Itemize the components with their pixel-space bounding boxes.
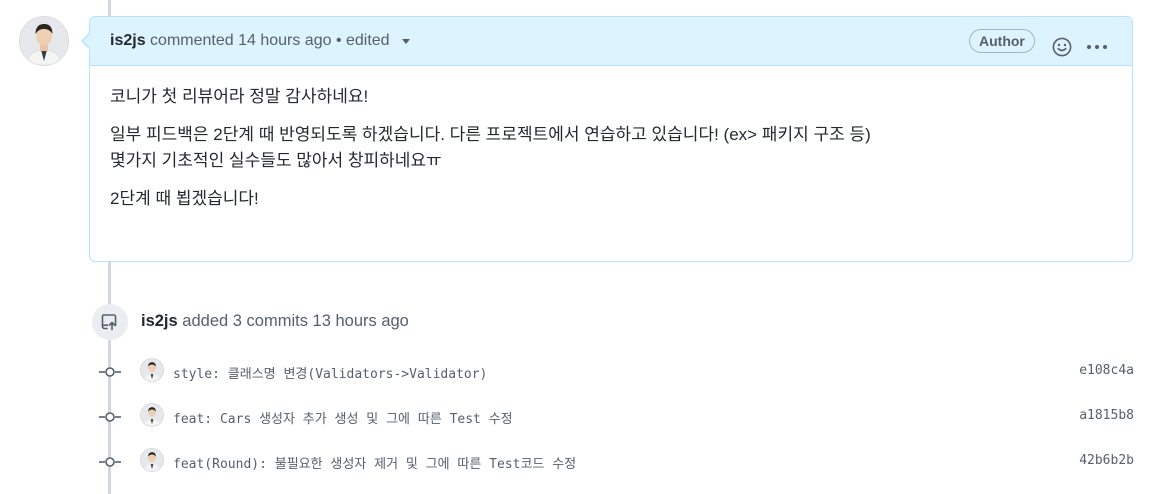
- commit-message-link[interactable]: feat: Cars 생성자 추가 생성 및 그에 따른 Test 수정: [173, 408, 513, 427]
- comment-paragraph: 2단계 때 뵙겠습니다!: [110, 186, 1112, 212]
- comment-line: 2단계 때 뵙겠습니다!: [110, 189, 259, 208]
- commit-author-avatar[interactable]: [140, 358, 164, 382]
- commits-event-text: is2js added 3 commits 13 hours ago: [141, 310, 409, 332]
- comment-line: 일부 피드백은 2단계 때 반영되도록 하겠습니다. 다른 프로젝트에서 연습하…: [110, 125, 871, 144]
- chevron-down-icon[interactable]: [402, 39, 411, 45]
- comment-meta[interactable]: commented 14 hours ago • edited: [150, 32, 390, 49]
- commit-row: feat: Cars 생성자 추가 생성 및 그에 따른 Test 수정 a18…: [98, 403, 1138, 431]
- git-commit-icon: [98, 455, 122, 469]
- repo-push-icon: [92, 304, 128, 340]
- git-commit-icon: [98, 410, 122, 424]
- comment-line: 코니가 첫 리뷰어라 정말 감사하네요!: [110, 87, 369, 106]
- commit-sha-link[interactable]: 42b6b2b: [1079, 453, 1134, 468]
- commit-author-avatar[interactable]: [140, 403, 164, 427]
- pull-request-timeline: is2js commented 14 hours ago • edited Au…: [0, 0, 1157, 494]
- event-actor-link[interactable]: is2js: [141, 312, 178, 330]
- author-badge: Author: [969, 29, 1035, 53]
- comment-box: is2js commented 14 hours ago • edited Au…: [81, 16, 1133, 262]
- comment-author-link[interactable]: is2js: [110, 32, 146, 49]
- commit-row: style: 클래스명 변경(Validators->Validator) e1…: [98, 358, 1138, 386]
- commit-message-link[interactable]: feat(Round): 불필요한 생성자 제거 및 그에 따른 Test코드 …: [173, 453, 576, 472]
- git-commit-icon: [98, 365, 122, 379]
- comment-paragraph: 코니가 첫 리뷰어라 정말 감사하네요!: [110, 84, 1112, 110]
- author-avatar[interactable]: [19, 16, 69, 66]
- event-description[interactable]: added 3 commits 13 hours ago: [182, 312, 409, 330]
- comment-header: is2js commented 14 hours ago • edited Au…: [90, 17, 1132, 66]
- comment-body: 코니가 첫 리뷰어라 정말 감사하네요! 일부 피드백은 2단계 때 반영되도록…: [90, 66, 1132, 212]
- kebab-horizontal-icon[interactable]: [1085, 30, 1109, 52]
- commit-sha-link[interactable]: e108c4a: [1079, 363, 1134, 378]
- commit-row: feat(Round): 불필요한 생성자 제거 및 그에 따른 Test코드 …: [98, 448, 1138, 476]
- comment-line: 몇가지 기초적인 실수들도 많아서 창피하네요ㅠ: [110, 151, 442, 170]
- smiley-icon[interactable]: [1051, 30, 1073, 57]
- commit-sha-link[interactable]: a1815b8: [1079, 408, 1134, 423]
- timeline-line-top: [108, 0, 111, 16]
- commit-message-link[interactable]: style: 클래스명 변경(Validators->Validator): [173, 363, 487, 382]
- commit-author-avatar[interactable]: [140, 448, 164, 472]
- comment-paragraph: 일부 피드백은 2단계 때 반영되도록 하겠습니다. 다른 프로젝트에서 연습하…: [110, 122, 1112, 174]
